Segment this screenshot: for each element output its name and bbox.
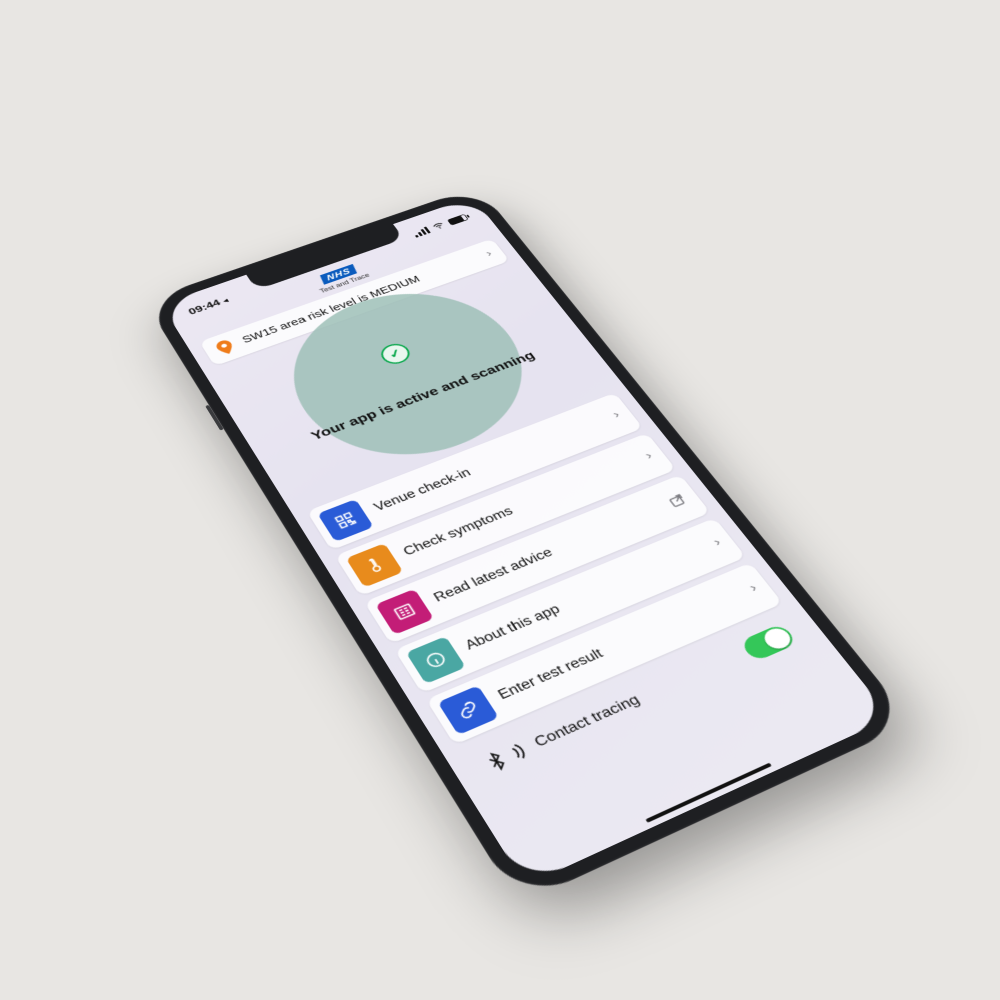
link-icon [438,685,500,735]
menu-label: Read latest advice [431,546,556,606]
external-link-icon [665,492,690,510]
news-icon [375,589,434,635]
menu-label: Venue check-in [372,466,474,514]
location-pin-icon [213,338,237,356]
chevron-right-icon: › [746,581,761,596]
therm-icon [346,543,404,587]
chevron-right-icon: › [642,449,656,462]
broadcast-icon [507,740,530,763]
info-icon [406,636,466,684]
contact-tracing-toggle[interactable] [739,623,798,662]
chevron-right-icon: › [610,409,623,422]
menu-label: Enter test result [495,646,606,703]
menu-label: Check symptoms [401,505,516,560]
screen: 09:44 ◂ NHS Test and Trace SW15 area ri [161,197,891,886]
menu-label: About this app [463,602,564,653]
phone-frame: 09:44 ◂ NHS Test and Trace SW15 area ri [144,186,913,905]
chevron-right-icon: › [483,248,495,259]
qr-icon [317,499,373,542]
bluetooth-icon [480,748,513,775]
chevron-right-icon: › [710,535,724,549]
